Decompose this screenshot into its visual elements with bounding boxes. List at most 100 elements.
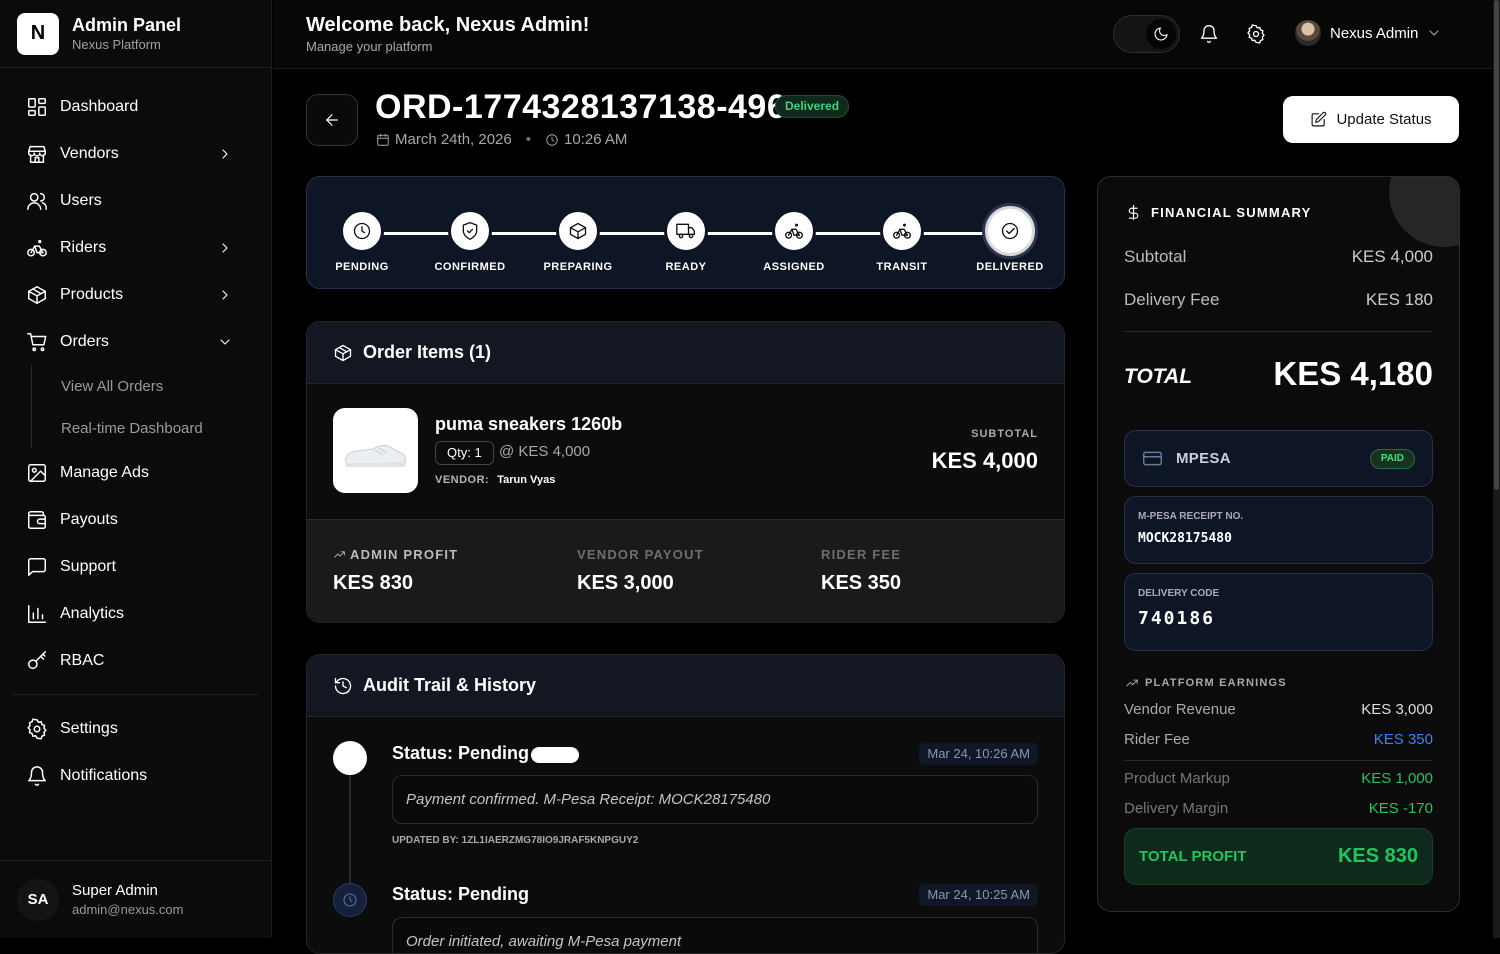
page-subtitle: Manage your platform [306, 39, 433, 54]
dashboard-icon [28, 97, 46, 116]
platform-earnings-header: PLATFORM EARNINGS [1125, 676, 1287, 690]
rider-fee-label: RIDER FEE [821, 547, 902, 562]
event-title: Status: Pending [392, 743, 530, 763]
chevron-right-icon [222, 289, 228, 300]
sidebar-subitem-realtime-dashboard[interactable]: Real-time Dashboard [61, 407, 259, 449]
store-icon [28, 145, 46, 163]
box-icon [334, 344, 352, 361]
earnings-label: Vendor Revenue [1124, 701, 1236, 718]
subtotal-label: Subtotal [1124, 247, 1187, 266]
sidebar-item-vendors[interactable]: Vendors [12, 130, 259, 177]
key-icon [28, 650, 46, 669]
sidebar-item-notifications[interactable]: Notifications [12, 752, 259, 799]
order-items-title: Order Items (1) [363, 342, 492, 362]
box-icon [569, 222, 587, 240]
order-date: March 24th, 2026 [395, 131, 512, 148]
total-profit: TOTAL PROFIT KES 830 [1124, 828, 1433, 885]
earnings-row-vendor-revenue: Vendor Revenue KES 3,000 [1124, 701, 1433, 718]
scrollbar-thumb[interactable] [1494, 0, 1499, 490]
item-subtotal-label: SUBTOTAL [971, 428, 1038, 440]
order-meta: March 24th, 2026 • 10:26 AM [376, 131, 627, 148]
delivery-fee-row: Delivery Fee KES 180 [1124, 290, 1433, 310]
step-label: READY [665, 261, 707, 273]
top-header: Welcome back, Nexus Admin! Manage your p… [273, 0, 1500, 69]
sidebar-item-support[interactable]: Support [12, 543, 259, 590]
sidebar-item-label: Settings [60, 719, 118, 737]
platform-earnings-title: PLATFORM EARNINGS [1145, 677, 1287, 689]
sidebar-item-label: Analytics [60, 604, 125, 622]
history-icon [334, 677, 352, 694]
event-title: Status: Pending [392, 884, 530, 904]
step-confirmed: CONFIRMED [416, 209, 524, 273]
quantity-badge: Qty: 1 [435, 441, 494, 465]
earnings-row-delivery-margin: Delivery Margin KES -170 [1124, 800, 1433, 817]
step-label: CONFIRMED [434, 261, 506, 273]
step-pending-marker [340, 209, 384, 253]
divider [1124, 331, 1433, 332]
meta-separator: • [525, 131, 532, 148]
payment-method: MPESA PAID [1124, 430, 1433, 487]
scrollbar[interactable] [1493, 0, 1500, 938]
brand[interactable]: N Admin Panel Nexus Platform [0, 0, 271, 68]
sidebar-item-payouts[interactable]: Payouts [12, 496, 259, 543]
sidebar-item-orders[interactable]: Orders [12, 318, 259, 365]
payment-method-name: MPESA [1176, 450, 1231, 467]
timeline-dot [333, 883, 367, 917]
subtotal-value: KES 4,000 [1351, 247, 1433, 266]
page-title: Welcome back, Nexus Admin! [306, 14, 590, 36]
sidebar-user[interactable]: SA Super Admin admin@nexus.com [0, 860, 271, 938]
sidebar-item-riders[interactable]: Riders [12, 224, 259, 271]
product-image[interactable] [333, 408, 418, 493]
event-updated-by: UPDATED BY: 1ZL1IAERZMG78IO9JRAF5KNPGUY2 [392, 835, 639, 846]
divider [1124, 760, 1433, 761]
update-status-button[interactable]: Update Status [1283, 96, 1459, 143]
gear-icon [27, 717, 47, 740]
decorative-circle [1389, 177, 1459, 247]
product-name[interactable]: puma sneakers 1260b [435, 414, 622, 435]
timeline-dot [333, 741, 367, 775]
rider-fee: RIDER FEE KES 350 [821, 547, 901, 595]
sidebar-item-products[interactable]: Products [12, 271, 259, 318]
financial-summary-card: FINANCIAL SUMMARY Subtotal KES 4,000 Del… [1097, 176, 1460, 912]
trending-up-icon [334, 551, 345, 558]
user-menu[interactable]: Nexus Admin [1295, 20, 1442, 46]
vendor-payout-value: KES 3,000 [577, 572, 674, 594]
step-label: PREPARING [543, 261, 613, 273]
bike-icon [27, 239, 47, 257]
total-profit-label: TOTAL PROFIT [1139, 848, 1247, 865]
sidebar-item-rbac[interactable]: RBAC [12, 637, 259, 684]
step-label: DELIVERED [976, 261, 1044, 273]
earnings-value: KES 3,000 [1361, 701, 1433, 718]
sidebar-item-users[interactable]: Users [12, 177, 259, 224]
delivery-fee-value: KES 180 [1365, 290, 1433, 309]
sidebar-item-dashboard[interactable]: Dashboard [12, 83, 259, 130]
bell-icon [28, 765, 46, 786]
sidebar-item-label: Payouts [60, 510, 118, 528]
item-subtotal-value: KES 4,000 [931, 448, 1038, 473]
sidebar-item-manage-ads[interactable]: Manage Ads [12, 449, 259, 496]
delivery-code-value[interactable]: 740186 [1138, 608, 1419, 629]
dollar-icon [1128, 204, 1139, 221]
total-value: KES 4,180 [1273, 355, 1433, 392]
sidebar-item-settings[interactable]: Settings [12, 705, 259, 752]
sidebar-item-analytics[interactable]: Analytics [12, 590, 259, 637]
sneaker-image [344, 444, 407, 467]
user-menu-name: Nexus Admin [1330, 24, 1419, 42]
earnings-value: KES 1,000 [1361, 770, 1433, 787]
step-ready-marker [664, 209, 708, 253]
receipt-value[interactable]: MOCK28175480 [1138, 531, 1419, 546]
event-note: Payment confirmed. M-Pesa Receipt: MOCK2… [392, 775, 1038, 824]
trending-up-icon [1126, 679, 1138, 687]
bell-icon[interactable] [1199, 24, 1219, 44]
calendar-icon [377, 133, 389, 146]
back-button[interactable] [306, 94, 358, 146]
gear-icon[interactable] [1246, 24, 1266, 44]
theme-toggle[interactable] [1113, 15, 1180, 53]
sidebar-item-label: Users [60, 191, 102, 209]
earnings-value: KES -170 [1368, 800, 1433, 817]
clock-icon [353, 222, 371, 240]
admin-profit-label: ADMIN PROFIT [350, 547, 459, 562]
sidebar-item-label: Products [60, 285, 124, 303]
sidebar-subitem-view-all-orders[interactable]: View All Orders [61, 365, 259, 407]
subtotal-row: Subtotal KES 4,000 [1124, 247, 1433, 267]
